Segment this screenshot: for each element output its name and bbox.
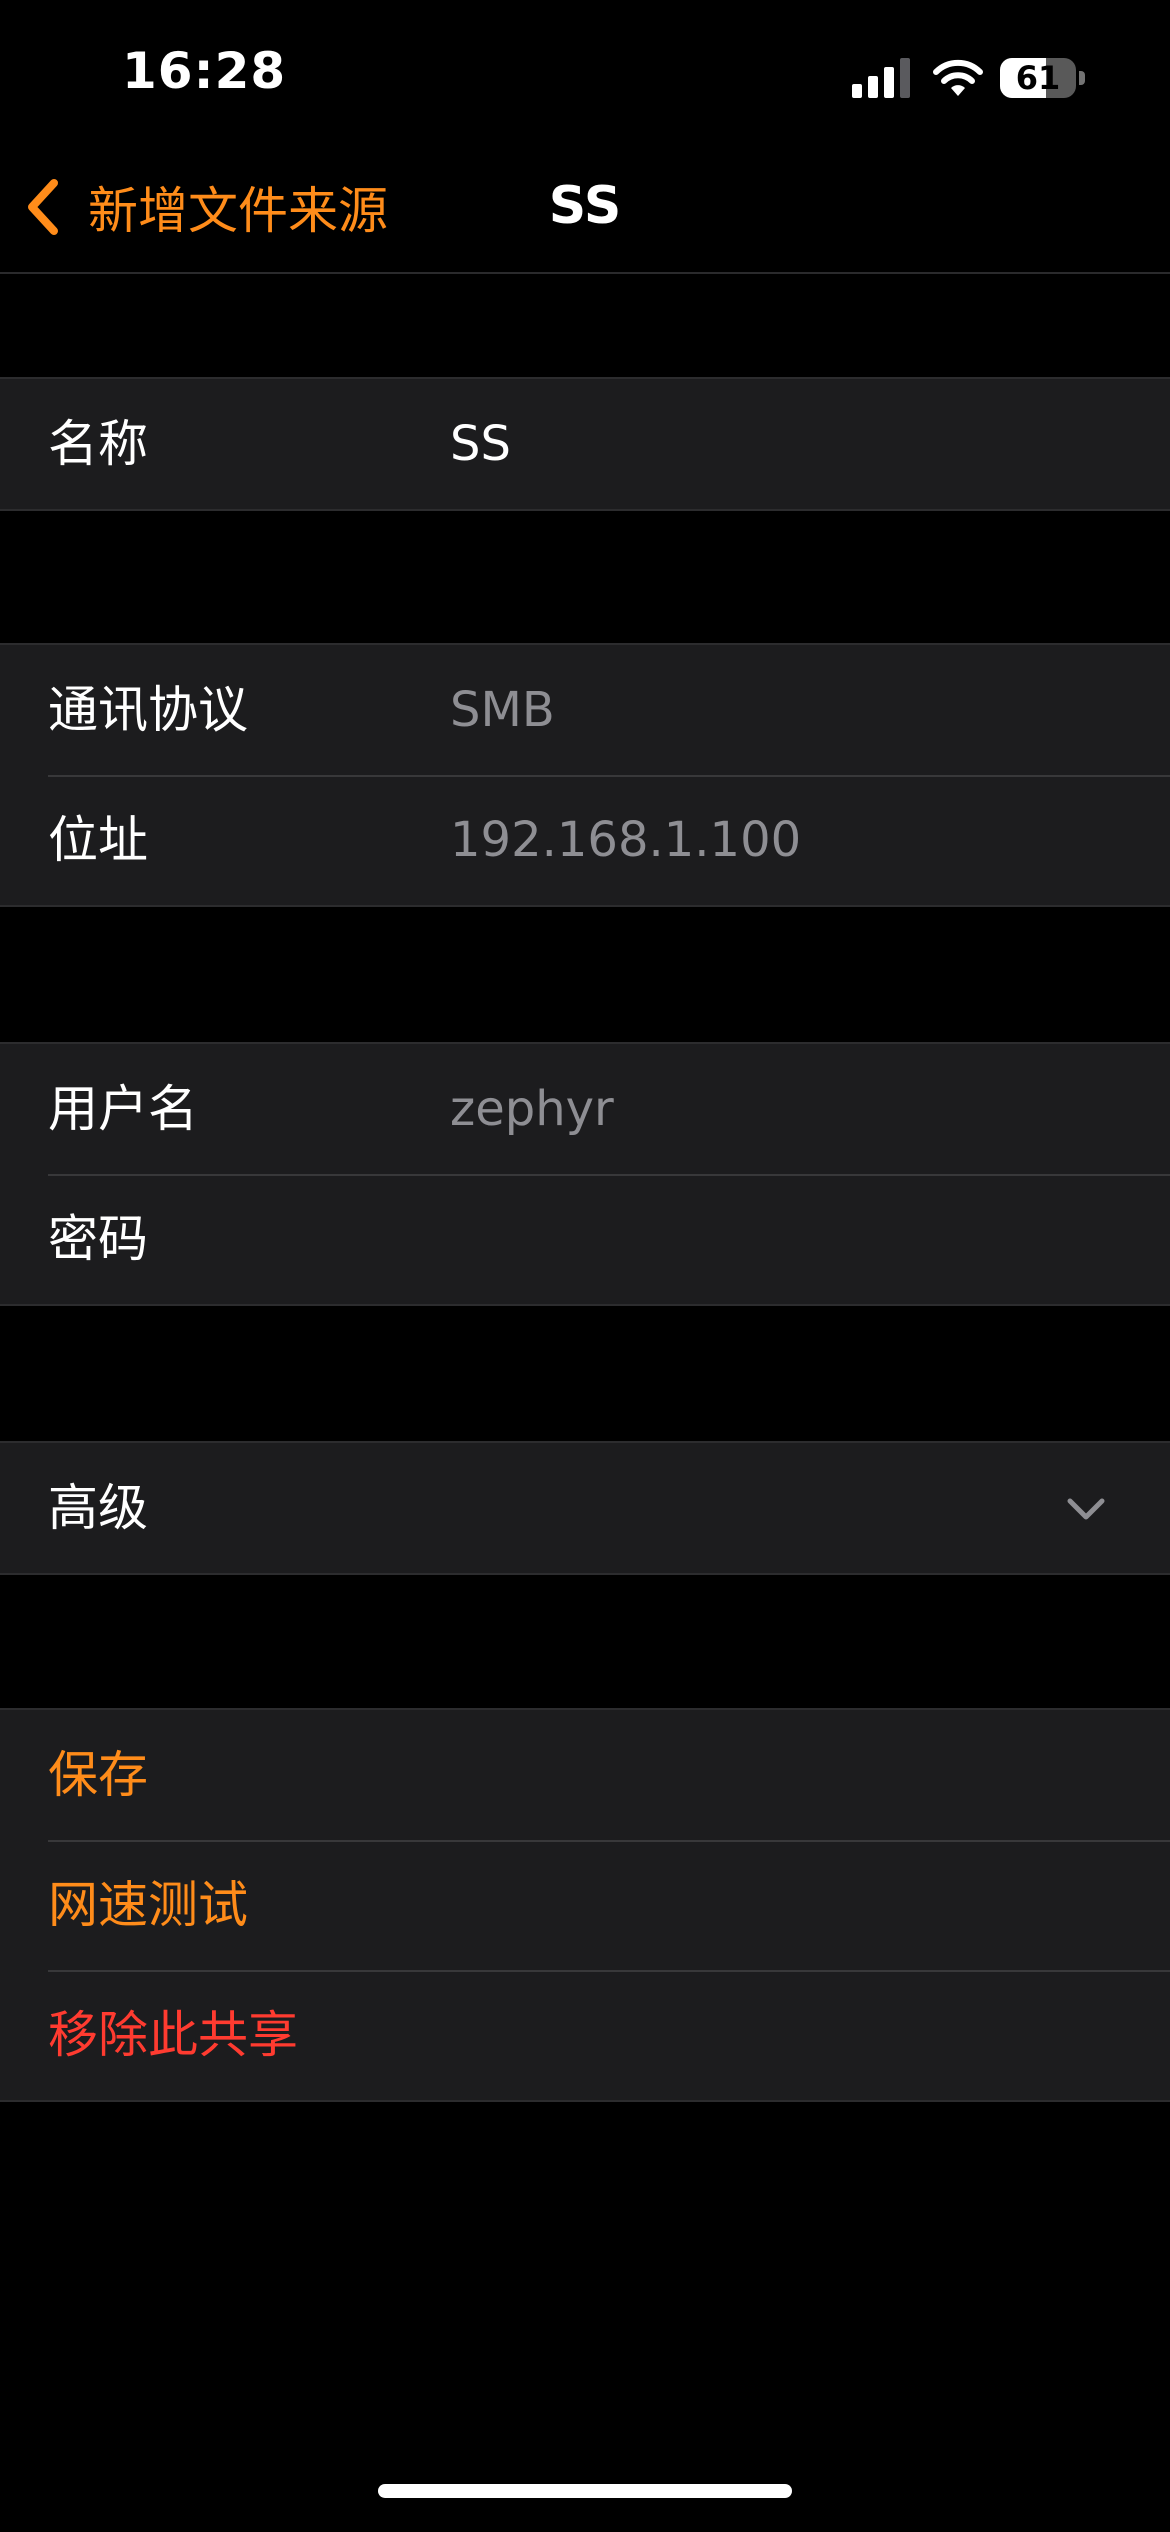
name-label: 名称 [48,415,148,473]
status-icons: 61 [852,56,1085,100]
speed-test-button-label: 网速测试 [48,1876,248,1934]
name-row[interactable]: 名称 SS [0,379,1170,509]
remove-share-button-label: 移除此共享 [48,2006,298,2064]
home-indicator[interactable] [378,2484,792,2498]
battery-cap [1079,71,1085,85]
save-button-label: 保存 [48,1746,148,1804]
protocol-row[interactable]: 通讯协议 SMB [0,645,1170,775]
navigation-bar: 新增文件来源 SS [0,150,1170,274]
connection-group: 通讯协议 SMB 位址 192.168.1.100 [0,643,1170,907]
address-value[interactable]: 192.168.1.100 [450,775,801,905]
actions-group: 保存 网速测试 移除此共享 [0,1708,1170,2102]
speed-test-button[interactable]: 网速测试 [0,1840,1170,1970]
password-field[interactable] [450,1194,1134,1286]
address-label: 位址 [48,811,148,869]
name-group: 名称 SS [0,377,1170,511]
protocol-value[interactable]: SMB [450,645,555,775]
save-button[interactable]: 保存 [0,1710,1170,1840]
username-row[interactable]: 用户名 zephyr [0,1044,1170,1174]
username-value[interactable]: zephyr [450,1044,614,1174]
status-bar: 16:28 61 [0,0,1170,150]
status-time: 16:28 [122,42,287,100]
wifi-icon [933,59,983,96]
password-row[interactable]: 密码 [0,1174,1170,1304]
battery-level: 61 [1015,59,1061,97]
cellular-signal-icon [852,58,910,98]
address-row[interactable]: 位址 192.168.1.100 [0,775,1170,905]
advanced-row[interactable]: 高级 [0,1443,1170,1573]
battery-icon: 61 [1000,58,1076,98]
remove-share-button[interactable]: 移除此共享 [0,1970,1170,2100]
advanced-label: 高级 [48,1479,148,1537]
protocol-label: 通讯协议 [48,681,248,739]
page-title: SS [548,176,622,236]
credentials-group: 用户名 zephyr 密码 [0,1042,1170,1306]
username-label: 用户名 [48,1080,198,1138]
password-label: 密码 [48,1210,148,1268]
name-value[interactable]: SS [450,379,511,509]
chevron-down-icon[interactable] [1066,1491,1106,1525]
advanced-group: 高级 [0,1441,1170,1575]
